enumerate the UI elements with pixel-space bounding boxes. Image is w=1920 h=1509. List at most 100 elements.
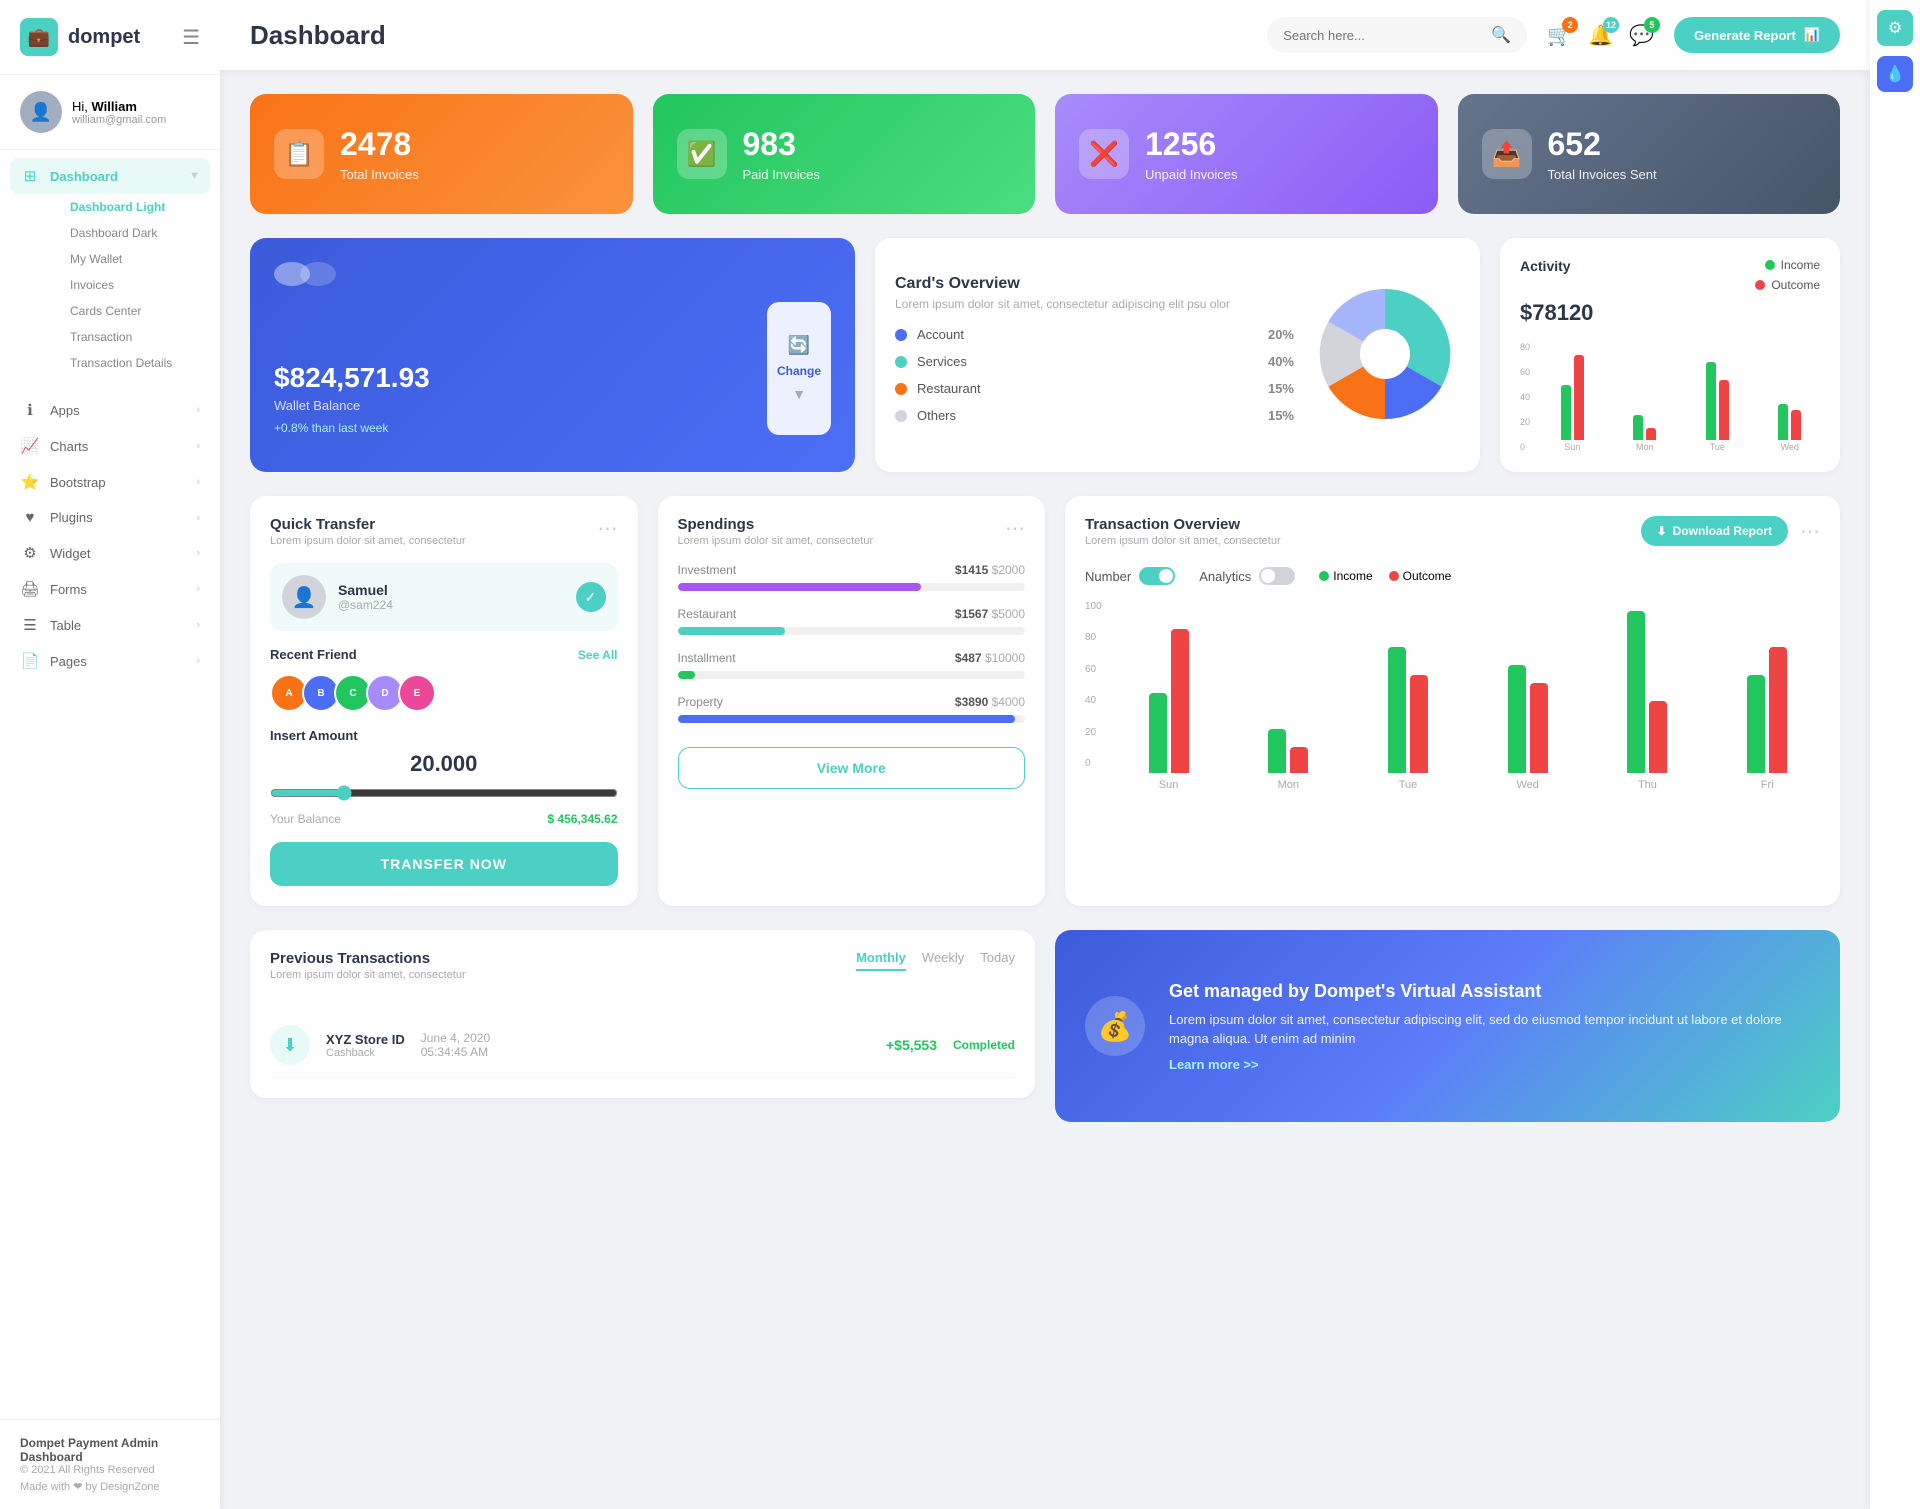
tab-weekly[interactable]: Weekly (922, 950, 964, 971)
spendings-card: Spendings Lorem ipsum dolor sit amet, co… (658, 496, 1046, 906)
change-button[interactable]: 🔄 Change ▼ (767, 302, 831, 435)
hamburger-icon[interactable]: ☰ (182, 25, 200, 50)
logo-text: dompet (68, 26, 140, 49)
to-bar-wed: Wed (1475, 605, 1581, 791)
quick-transfer-menu[interactable]: ⋯ (598, 516, 618, 541)
tab-group: Monthly Weekly Today (856, 950, 1015, 971)
chat-icon-button[interactable]: 💬 5 (1629, 23, 1654, 48)
friend-avatar-5[interactable]: E (398, 674, 436, 712)
installment-progress (678, 671, 695, 679)
user-info: Hi, William william@gmail.com (72, 99, 166, 126)
amount-slider[interactable] (270, 785, 618, 801)
pie-chart (1310, 279, 1460, 432)
services-dot (895, 356, 907, 368)
to-outcome-fri (1769, 647, 1787, 773)
sub-nav-item-dashboard-light[interactable]: Dashboard Light (50, 194, 220, 220)
sent-label: Total Invoices Sent (1548, 167, 1657, 182)
bell-icon-button[interactable]: 🔔 12 (1588, 23, 1613, 48)
chevron-right-icon: › (196, 619, 200, 631)
sub-nav-item-dashboard-dark[interactable]: Dashboard Dark (50, 220, 220, 246)
toggle-knob-2 (1261, 569, 1275, 583)
tab-monthly[interactable]: Monthly (856, 950, 906, 971)
insert-amount-label: Insert Amount (270, 728, 618, 743)
to-bar-sun: Sun (1116, 605, 1222, 791)
download-report-button[interactable]: ⬇ Download Report (1641, 516, 1788, 546)
generate-report-button[interactable]: Generate Report 📊 (1674, 17, 1840, 53)
cart-icon-button[interactable]: 🛒 2 (1547, 23, 1572, 48)
sidebar-item-widget[interactable]: ⚙ Widget › (0, 535, 220, 571)
stat-info-paid: 983 Paid Invoices (743, 126, 820, 182)
trans-header: Previous Transactions Lorem ipsum dolor … (270, 950, 1015, 997)
to-income-fri (1747, 675, 1765, 773)
table-icon: ☰ (20, 616, 40, 634)
va-content: Get managed by Dompet's Virtual Assistan… (1169, 981, 1810, 1072)
wallet-card: $824,571.93 Wallet Balance +0.8% than la… (250, 238, 855, 472)
plugins-icon: ♥ (20, 509, 40, 526)
to-outcome-mon (1290, 747, 1308, 773)
overview-sub: Lorem ipsum dolor sit amet, consectetur … (895, 297, 1294, 311)
to-bar-groups: Sun Mon (1116, 601, 1820, 791)
analytics-toggle[interactable] (1259, 567, 1295, 585)
sidebar-item-dashboard[interactable]: ⊞ Dashboard ▼ (10, 158, 210, 194)
activity-legend: Income Outcome (1755, 258, 1820, 292)
sidebar-item-table[interactable]: ☰ Table › (0, 607, 220, 643)
sub-nav-item-my-wallet[interactable]: My Wallet (50, 246, 220, 272)
theme-button[interactable]: 💧 (1877, 56, 1913, 92)
to-income-legend: Income (1319, 569, 1372, 583)
dashboard-icon: ⊞ (20, 167, 40, 185)
to-header: Transaction Overview Lorem ipsum dolor s… (1085, 516, 1820, 563)
chevron-down-icon: ▼ (792, 386, 806, 402)
total-invoices-icon: 📋 (274, 129, 324, 179)
sub-nav-item-transaction[interactable]: Transaction (50, 324, 220, 350)
income-bar-wed (1778, 404, 1788, 440)
outcome-dot (1755, 280, 1765, 290)
droplet-icon: 💧 (1885, 64, 1905, 84)
to-outcome-tue (1410, 675, 1428, 773)
sidebar-item-apps[interactable]: ℹ Apps › (0, 392, 220, 428)
balance-row: Your Balance $ 456,345.62 (270, 812, 618, 826)
sidebar-item-plugins[interactable]: ♥ Plugins › (0, 500, 220, 535)
avatar: 👤 (20, 91, 62, 133)
tab-today[interactable]: Today (980, 950, 1015, 971)
chat-badge: 5 (1644, 17, 1660, 33)
va-link[interactable]: Learn more >> (1169, 1057, 1810, 1072)
unpaid-invoices-icon: ❌ (1079, 129, 1129, 179)
recent-label: Recent Friend (270, 647, 357, 662)
to-income-wed (1508, 665, 1526, 773)
to-income-thu (1627, 611, 1645, 773)
number-toggle[interactable] (1139, 567, 1175, 585)
transfer-now-button[interactable]: TRANSFER NOW (270, 842, 618, 886)
sidebar-item-forms[interactable]: 🖨 Forms › (0, 571, 220, 607)
chevron-right-icon: › (196, 440, 200, 452)
income-bar-mon (1633, 415, 1643, 440)
settings-button[interactable]: ⚙ (1877, 10, 1913, 46)
right-sidebar: ⚙ 💧 (1870, 0, 1920, 1509)
to-income-tue (1388, 647, 1406, 773)
sidebar-item-pages[interactable]: 📄 Pages › (0, 643, 220, 679)
sidebar-item-bootstrap[interactable]: ⭐ Bootstrap › (0, 464, 220, 500)
chevron-down-icon: ▼ (189, 170, 200, 182)
to-bar-mon: Mon (1235, 605, 1341, 791)
total-number: 2478 (340, 126, 419, 163)
sub-nav-item-transaction-details[interactable]: Transaction Details (50, 350, 220, 376)
view-more-button[interactable]: View More (678, 747, 1026, 789)
to-menu[interactable]: ⋯ (1800, 519, 1820, 544)
sidebar-item-charts[interactable]: 📈 Charts › (0, 428, 220, 464)
table-row: ⬇ XYZ Store ID Cashback June 4, 2020 05:… (270, 1013, 1015, 1078)
to-y-axis: 100806040200 (1085, 601, 1108, 791)
activity-title: Activity (1520, 258, 1571, 274)
sub-nav-item-invoices[interactable]: Invoices (50, 272, 220, 298)
chevron-right-icon: › (196, 476, 200, 488)
sub-nav-item-cards-center[interactable]: Cards Center (50, 298, 220, 324)
cashback-icon: ⬇ (282, 1035, 297, 1056)
spendings-menu[interactable]: ⋯ (1005, 516, 1025, 541)
previous-transactions-card: Previous Transactions Lorem ipsum dolor … (250, 930, 1035, 1098)
transaction-overview-card: Transaction Overview Lorem ipsum dolor s… (1065, 496, 1840, 906)
toggle-row: Number Analytics Income (1085, 567, 1820, 585)
cart-badge: 2 (1562, 17, 1578, 33)
search-input[interactable] (1283, 28, 1483, 43)
spending-property: Property $3890 $4000 (678, 695, 1026, 723)
logo-icon: 💼 (20, 18, 58, 56)
footer-made: Made with ❤ by DesignZone (20, 1480, 200, 1493)
see-all-link[interactable]: See All (578, 648, 618, 662)
